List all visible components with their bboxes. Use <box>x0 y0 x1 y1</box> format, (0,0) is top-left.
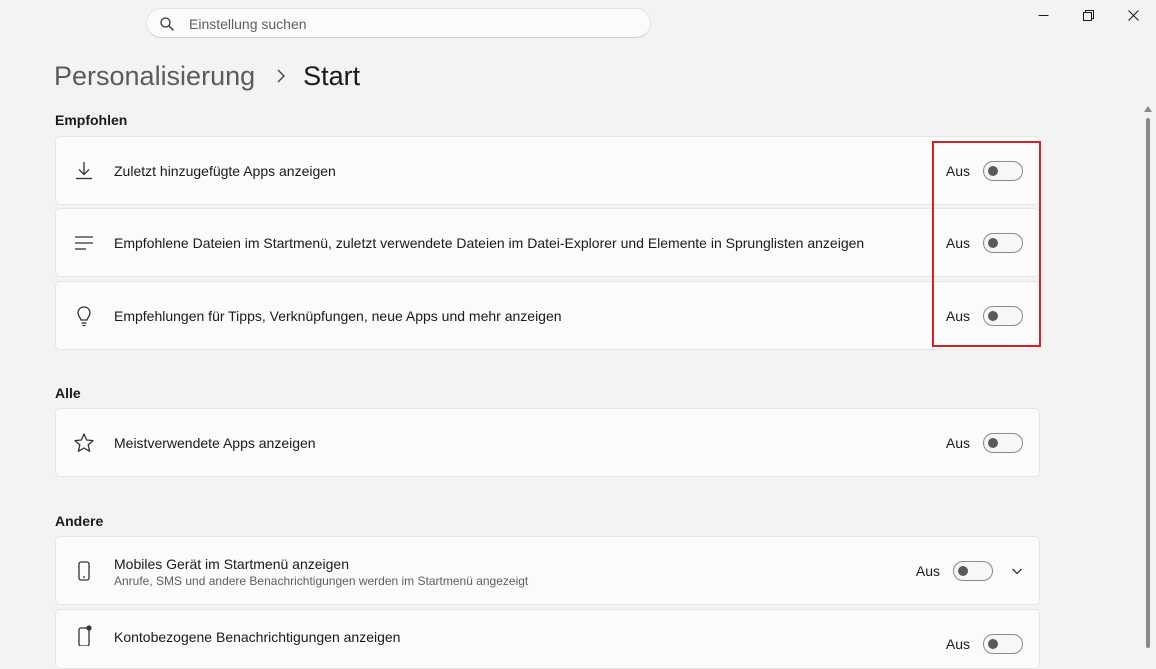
toggle-state-text: Aus <box>945 307 970 324</box>
download-icon <box>73 160 95 182</box>
close-icon <box>1127 9 1139 21</box>
setting-description: Anrufe, SMS und andere Benachrichtigunge… <box>114 574 529 588</box>
lightbulb-icon <box>73 305 95 327</box>
page-title: Start <box>303 60 361 91</box>
recent-apps-toggle[interactable] <box>983 160 1023 181</box>
setting-recommended-files: Empfohlene Dateien im Startmenü, zuletzt… <box>55 208 1040 277</box>
toggle-knob <box>988 165 998 176</box>
star-icon <box>73 432 95 454</box>
scrollbar[interactable] <box>1143 106 1153 650</box>
phone-notification-icon <box>73 624 95 646</box>
breadcrumb: Personalisierung Start <box>54 56 360 96</box>
setting-mobile-device[interactable]: Mobiles Gerät im Startmenü anzeigen Anru… <box>55 536 1040 605</box>
search-icon <box>159 16 175 32</box>
account-notifications-toggle[interactable] <box>983 634 1023 654</box>
setting-label: Mobiles Gerät im Startmenü anzeigen <box>114 556 349 572</box>
toggle-knob <box>988 237 998 248</box>
close-button[interactable] <box>1110 0 1156 30</box>
restore-icon <box>1082 9 1094 21</box>
tips-toggle[interactable] <box>983 305 1023 326</box>
section-title-recommended: Empfohlen <box>55 112 128 128</box>
setting-account-notifications: Kontobezogene Benachrichtigungen anzeige… <box>55 609 1040 669</box>
section-title-other: Andere <box>55 513 104 529</box>
recommended-files-toggle[interactable] <box>983 232 1023 253</box>
toggle-state-text: Aus <box>945 234 970 251</box>
setting-label: Kontobezogene Benachrichtigungen anzeige… <box>114 629 401 645</box>
minimize-icon <box>1038 14 1048 16</box>
toggle-state-text: Aus <box>945 162 970 179</box>
setting-label: Zuletzt hinzugefügte Apps anzeigen <box>114 162 336 179</box>
toggle-knob <box>988 437 998 448</box>
search-box[interactable] <box>146 8 651 38</box>
toggle-knob <box>988 639 998 649</box>
most-used-toggle[interactable] <box>983 432 1023 453</box>
breadcrumb-parent-link[interactable]: Personalisierung <box>54 61 255 92</box>
minimize-button[interactable] <box>1020 0 1066 30</box>
setting-tips: Empfehlungen für Tipps, Verknüpfungen, n… <box>55 281 1040 350</box>
setting-label: Empfehlungen für Tipps, Verknüpfungen, n… <box>114 307 562 324</box>
toggle-state-text: Aus <box>915 562 940 579</box>
section-title-all: Alle <box>55 385 81 401</box>
toggle-state-text: Aus <box>945 434 970 451</box>
search-input[interactable] <box>187 13 631 35</box>
setting-label: Meistverwendete Apps anzeigen <box>114 434 316 451</box>
phone-icon <box>73 560 95 582</box>
list-icon <box>73 232 95 254</box>
setting-recent-apps: Zuletzt hinzugefügte Apps anzeigen Aus <box>55 136 1040 205</box>
setting-most-used: Meistverwendete Apps anzeigen Aus <box>55 408 1040 477</box>
setting-label: Empfohlene Dateien im Startmenü, zuletzt… <box>114 234 865 251</box>
scrollbar-thumb[interactable] <box>1146 118 1150 648</box>
mobile-device-toggle[interactable] <box>953 560 993 581</box>
toggle-knob <box>958 565 968 576</box>
toggle-knob <box>988 310 998 321</box>
chevron-right-icon <box>277 69 286 83</box>
restore-button[interactable] <box>1065 0 1111 30</box>
scroll-up-arrow-icon[interactable] <box>1144 106 1152 112</box>
chevron-down-icon[interactable] <box>1011 565 1023 577</box>
